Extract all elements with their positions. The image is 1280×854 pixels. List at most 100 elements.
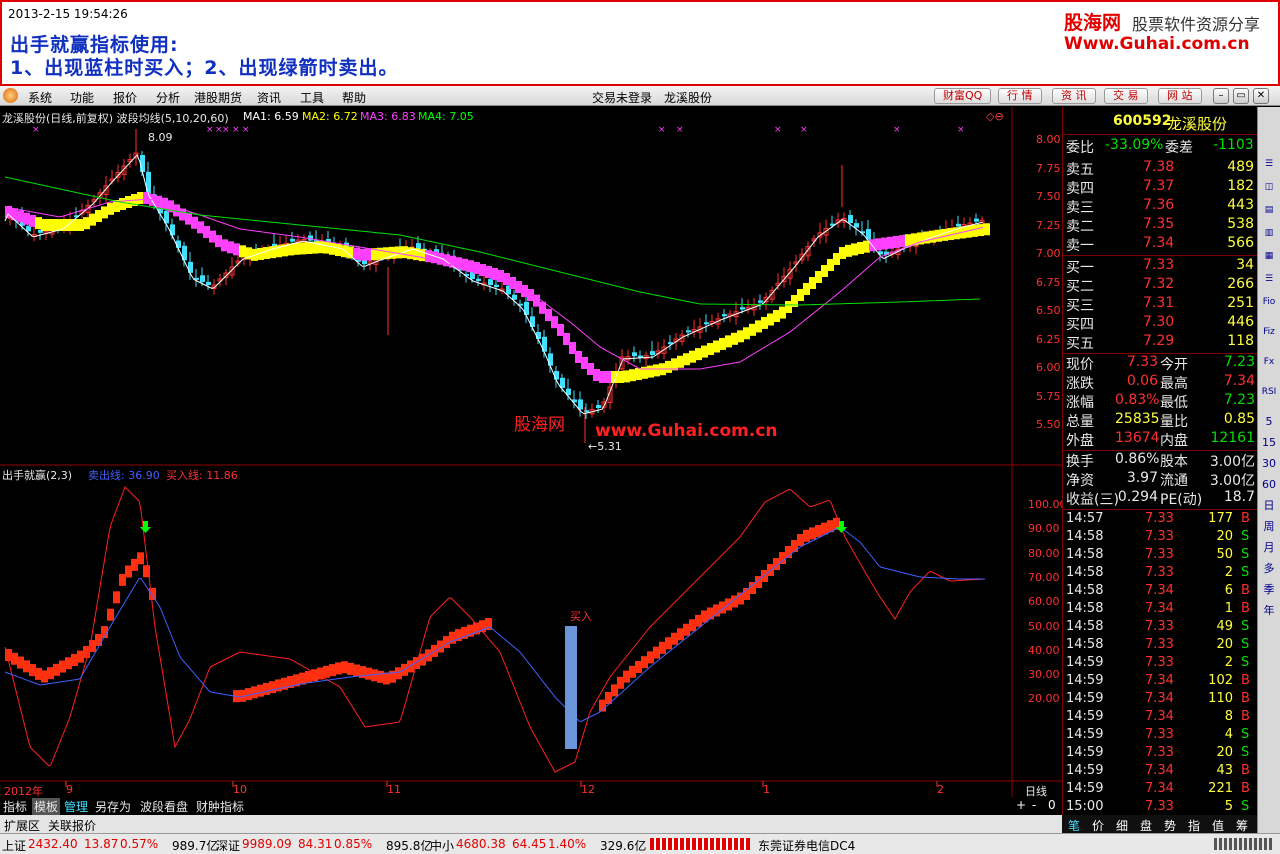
market-button[interactable]: 行 情 xyxy=(998,88,1042,104)
menu-help[interactable]: 帮助 xyxy=(342,89,366,106)
menu-news[interactable]: 资讯 xyxy=(257,89,281,106)
toolbar-item[interactable]: 月 xyxy=(1260,539,1278,557)
quote-tab[interactable]: 盘 xyxy=(1140,817,1152,834)
tick-price: 7.33 xyxy=(1145,637,1174,652)
indicator-bar xyxy=(35,667,42,680)
zoom-out-button[interactable]: - xyxy=(1032,798,1036,812)
tab-manage[interactable]: 管理 xyxy=(64,798,88,815)
indicator-bar xyxy=(677,628,684,641)
band-segment xyxy=(125,196,132,208)
menu-system[interactable]: 系统 xyxy=(28,89,52,106)
ask-price: 7.34 xyxy=(1143,235,1175,251)
band-segment xyxy=(629,369,636,382)
tick-time: 14:58 xyxy=(1066,529,1104,544)
toolbar-chart-icon[interactable]: ▦ xyxy=(1260,247,1278,265)
quote-tab[interactable]: 指 xyxy=(1188,817,1200,834)
quote-tab[interactable]: 价 xyxy=(1092,817,1104,834)
toolbar-chart-icon[interactable]: ☰ xyxy=(1260,270,1278,288)
tab-caizhong[interactable]: 财肿指标 xyxy=(196,798,244,815)
stat-label: 量比 xyxy=(1160,414,1188,430)
tab-related-quote[interactable]: 关联报价 xyxy=(48,817,96,834)
news-button[interactable]: 资 讯 xyxy=(1052,88,1096,104)
price-tick: 6.75 xyxy=(1036,275,1061,289)
band-segment xyxy=(299,242,306,255)
quote-tab[interactable]: 细 xyxy=(1116,817,1128,834)
band-segment xyxy=(767,313,774,326)
bid-label: 买三 xyxy=(1066,298,1094,314)
menu-function[interactable]: 功能 xyxy=(70,89,94,106)
tick-side: S xyxy=(1241,655,1250,670)
bid-price: 7.32 xyxy=(1143,276,1175,292)
toolbar-item[interactable]: 周 xyxy=(1260,518,1278,536)
toolbar-item[interactable]: 多 xyxy=(1260,560,1278,578)
website-button[interactable]: 网 站 xyxy=(1158,88,1202,104)
minimize-icon[interactable]: – xyxy=(1213,88,1229,104)
toolbar-chart-icon[interactable]: ◫ xyxy=(1260,178,1278,196)
ask-price: 7.37 xyxy=(1143,178,1175,194)
tick-volume: 2 xyxy=(1224,565,1233,580)
indicator-bar xyxy=(65,657,72,670)
index-change: 84.31 xyxy=(298,837,333,851)
tab-indicator[interactable]: 指标 xyxy=(3,798,27,815)
close-icon[interactable]: ✕ xyxy=(1253,88,1269,104)
indicator-bar xyxy=(797,534,804,546)
toolbar-item[interactable]: 30 xyxy=(1260,455,1278,473)
tab-template[interactable]: 模板 xyxy=(32,798,61,815)
toolbar-item[interactable]: 日 xyxy=(1260,497,1278,515)
toolbar-chart-icon[interactable]: ▥ xyxy=(1260,224,1278,242)
chart-options-icon[interactable]: ◇⊖ xyxy=(986,110,1004,123)
quote-tab[interactable]: 筹 xyxy=(1236,817,1248,834)
toolbar-item[interactable]: Fx xyxy=(1260,353,1278,371)
menu-analysis[interactable]: 分析 xyxy=(156,89,180,106)
indicator-bar xyxy=(269,681,276,694)
trade-button[interactable]: 交 易 xyxy=(1104,88,1148,104)
tick-volume: 5 xyxy=(1224,799,1233,814)
restore-icon[interactable]: ▭ xyxy=(1233,88,1249,104)
app-logo-icon[interactable] xyxy=(3,88,18,103)
tick-time: 14:59 xyxy=(1066,655,1104,670)
toolbar-item[interactable]: Fiz xyxy=(1260,323,1278,341)
indicator-bar xyxy=(47,667,54,680)
marker-x: × xyxy=(242,125,250,135)
toolbar-item[interactable]: 5 xyxy=(1260,413,1278,431)
chart-area[interactable]: × × × × × × × × × × × × 龙溪股份(日线,前复权) 波段均线(5,10,20,6… xyxy=(0,107,1067,798)
band-segment xyxy=(983,223,990,236)
toolbar-chart-icon[interactable]: ▤ xyxy=(1260,201,1278,219)
x-axis: 2012年 9 10 11 12 1 2 日线 xyxy=(0,783,1062,798)
tick-time: 14:58 xyxy=(1066,583,1104,598)
menu-tools[interactable]: 工具 xyxy=(300,89,324,106)
price-tick: 8.00 xyxy=(1036,133,1061,146)
menu-bar: 系统 功能 报价 分析 港股期货 资讯 工具 帮助 交易未登录 龙溪股份 财富Q… xyxy=(0,86,1280,106)
menu-hk-futures[interactable]: 港股期货 xyxy=(194,89,242,106)
toolbar-item[interactable]: 60 xyxy=(1260,476,1278,494)
indicator-bar xyxy=(659,641,666,654)
tab-save-as[interactable]: 另存为 xyxy=(95,798,131,815)
sell-line-label: 卖出线: 36.90 xyxy=(88,469,160,482)
band-segment xyxy=(137,192,144,204)
bid-volume: 34 xyxy=(1236,257,1254,273)
tick-time: 14:57 xyxy=(1066,511,1104,526)
quote-tab[interactable]: 势 xyxy=(1164,817,1176,834)
tab-extension[interactable]: 扩展区 xyxy=(4,817,40,834)
index-label: 深证 xyxy=(216,839,241,853)
toolbar-chart-icon[interactable]: ☰ xyxy=(1260,155,1278,173)
caifu-qq-button[interactable]: 财富QQ xyxy=(934,88,992,104)
zoom-in-button[interactable]: + xyxy=(1016,798,1026,812)
price-tick: 6.25 xyxy=(1036,332,1061,346)
quote-tab[interactable]: 值 xyxy=(1212,817,1224,834)
stat-label: 换手 xyxy=(1066,454,1094,470)
toolbar-item[interactable]: RSI xyxy=(1260,383,1278,401)
toolbar-item[interactable]: 年 xyxy=(1260,602,1278,620)
indicator-bar xyxy=(653,646,660,659)
menu-quote[interactable]: 报价 xyxy=(113,89,137,106)
toolbar-item[interactable]: 15 xyxy=(1260,434,1278,452)
index-value: 2432.40 xyxy=(28,837,78,851)
toolbar-item[interactable]: Fio xyxy=(1260,293,1278,311)
quote-tab[interactable]: 笔 xyxy=(1068,817,1080,834)
indicator-bar xyxy=(791,540,798,552)
zoom-reset-button[interactable]: 0 xyxy=(1048,798,1056,812)
stock-name-label: 龙溪股份 xyxy=(664,91,713,105)
stat-label: PE(动) xyxy=(1160,492,1203,508)
tab-band-watch[interactable]: 波段看盘 xyxy=(140,798,188,815)
toolbar-item[interactable]: 季 xyxy=(1260,581,1278,599)
